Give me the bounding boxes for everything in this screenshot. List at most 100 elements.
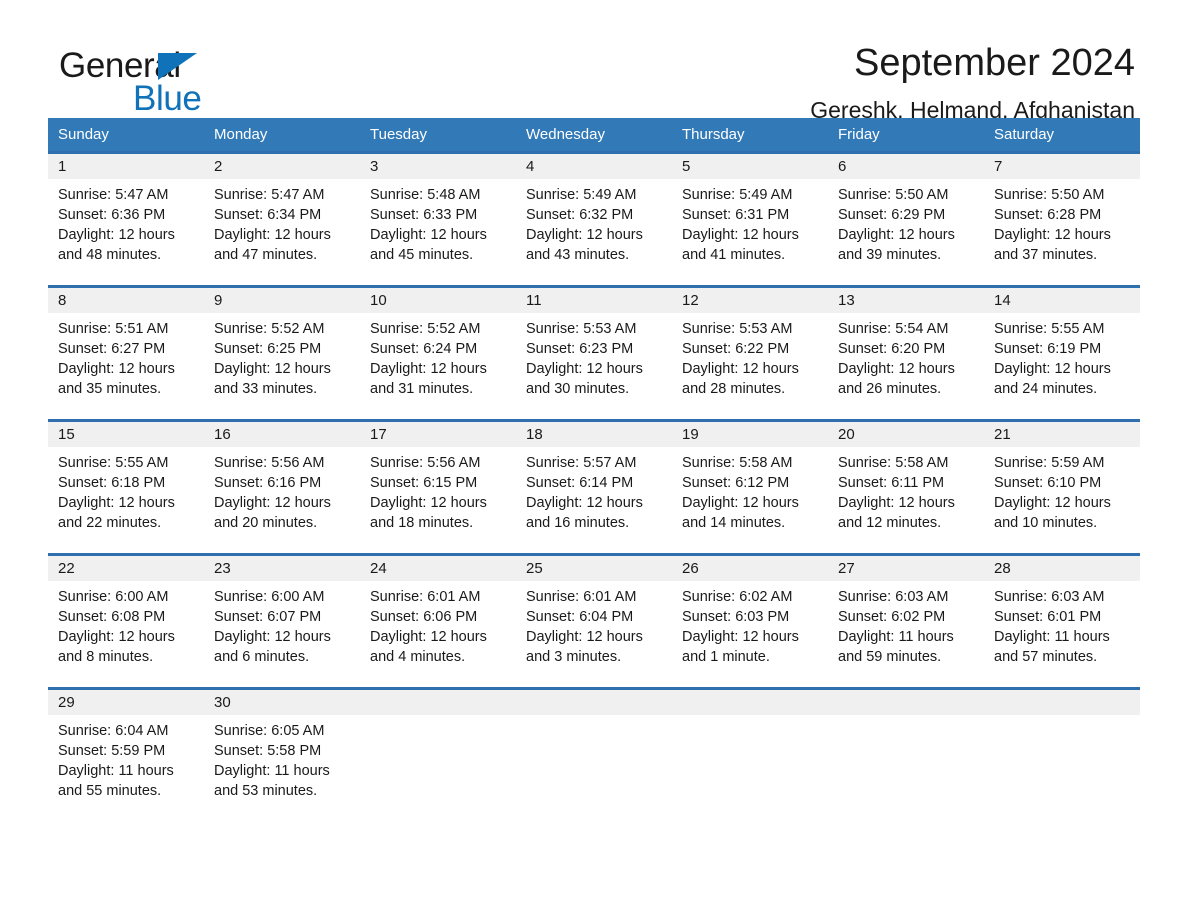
sunset-text: Sunset: 6:33 PM bbox=[370, 207, 478, 223]
day-number: 8 bbox=[58, 292, 67, 309]
day-cell[interactable]: 7 Sunrise: 5:50 AM Sunset: 6:28 PM Dayli… bbox=[984, 154, 1140, 285]
day-cell[interactable]: 16 Sunrise: 5:56 AM Sunset: 6:16 PM Dayl… bbox=[204, 422, 360, 553]
sunset-text: Sunset: 6:06 PM bbox=[370, 609, 478, 625]
day-cell[interactable]: 17 Sunrise: 5:56 AM Sunset: 6:15 PM Dayl… bbox=[360, 422, 516, 553]
daylight-text-line1: Daylight: 11 hours bbox=[838, 629, 954, 645]
sunrise-text: Sunrise: 5:48 AM bbox=[370, 187, 481, 203]
day-cell[interactable]: 19 Sunrise: 5:58 AM Sunset: 6:12 PM Dayl… bbox=[672, 422, 828, 553]
day-cell[interactable]: 12 Sunrise: 5:53 AM Sunset: 6:22 PM Dayl… bbox=[672, 288, 828, 419]
day-details: Sunrise: 6:04 AM Sunset: 5:59 PM Dayligh… bbox=[58, 721, 204, 801]
day-number: 26 bbox=[682, 560, 699, 577]
daylight-text-line1: Daylight: 11 hours bbox=[58, 763, 174, 779]
daylight-text-line1: Daylight: 12 hours bbox=[370, 495, 487, 511]
sunset-text: Sunset: 6:14 PM bbox=[526, 475, 634, 491]
day-details: Sunrise: 5:56 AM Sunset: 6:16 PM Dayligh… bbox=[214, 453, 360, 533]
daylight-text-line2: and 45 minutes. bbox=[370, 247, 474, 263]
sunset-text: Sunset: 6:28 PM bbox=[994, 207, 1102, 223]
triangle-icon bbox=[158, 53, 197, 80]
day-details: Sunrise: 5:56 AM Sunset: 6:15 PM Dayligh… bbox=[370, 453, 516, 533]
daylight-text-line2: and 24 minutes. bbox=[994, 381, 1098, 397]
day-cell[interactable]: 13 Sunrise: 5:54 AM Sunset: 6:20 PM Dayl… bbox=[828, 288, 984, 419]
day-cell[interactable]: 29 Sunrise: 6:04 AM Sunset: 5:59 PM Dayl… bbox=[48, 690, 204, 821]
day-details: Sunrise: 5:50 AM Sunset: 6:29 PM Dayligh… bbox=[838, 185, 984, 265]
day-number: 4 bbox=[526, 158, 535, 175]
day-cell[interactable]: 2 Sunrise: 5:47 AM Sunset: 6:34 PM Dayli… bbox=[204, 154, 360, 285]
day-cell-empty bbox=[984, 690, 1140, 821]
day-cell[interactable]: 8 Sunrise: 5:51 AM Sunset: 6:27 PM Dayli… bbox=[48, 288, 204, 419]
day-cell[interactable]: 15 Sunrise: 5:55 AM Sunset: 6:18 PM Dayl… bbox=[48, 422, 204, 553]
weekday-header-sunday: Sunday bbox=[58, 126, 109, 143]
daylight-text-line1: Daylight: 12 hours bbox=[370, 361, 487, 377]
day-cell[interactable]: 14 Sunrise: 5:55 AM Sunset: 6:19 PM Dayl… bbox=[984, 288, 1140, 419]
day-cell[interactable]: 22 Sunrise: 6:00 AM Sunset: 6:08 PM Dayl… bbox=[48, 556, 204, 687]
weekday-header-thursday: Thursday bbox=[682, 126, 745, 143]
day-number: 17 bbox=[370, 426, 387, 443]
day-cell-empty bbox=[672, 690, 828, 821]
sunrise-text: Sunrise: 5:55 AM bbox=[994, 321, 1105, 337]
day-number: 29 bbox=[58, 694, 75, 711]
daylight-text-line1: Daylight: 12 hours bbox=[58, 227, 175, 243]
day-details: Sunrise: 5:57 AM Sunset: 6:14 PM Dayligh… bbox=[526, 453, 672, 533]
day-details: Sunrise: 6:00 AM Sunset: 6:08 PM Dayligh… bbox=[58, 587, 204, 667]
generalblue-logo[interactable]: General Blue bbox=[59, 46, 259, 118]
daylight-text-line1: Daylight: 12 hours bbox=[526, 227, 643, 243]
daylight-text-line2: and 39 minutes. bbox=[838, 247, 942, 263]
daylight-text-line2: and 30 minutes. bbox=[526, 381, 630, 397]
day-number: 2 bbox=[214, 158, 223, 175]
daylight-text-line2: and 53 minutes. bbox=[214, 783, 318, 799]
day-cell[interactable]: 30 Sunrise: 6:05 AM Sunset: 5:58 PM Dayl… bbox=[204, 690, 360, 821]
day-number: 10 bbox=[370, 292, 387, 309]
day-cell[interactable]: 9 Sunrise: 5:52 AM Sunset: 6:25 PM Dayli… bbox=[204, 288, 360, 419]
day-cell[interactable]: 27 Sunrise: 6:03 AM Sunset: 6:02 PM Dayl… bbox=[828, 556, 984, 687]
day-number: 11 bbox=[526, 292, 542, 309]
day-cell[interactable]: 18 Sunrise: 5:57 AM Sunset: 6:14 PM Dayl… bbox=[516, 422, 672, 553]
day-cell[interactable]: 28 Sunrise: 6:03 AM Sunset: 6:01 PM Dayl… bbox=[984, 556, 1140, 687]
sunset-text: Sunset: 6:20 PM bbox=[838, 341, 946, 357]
daylight-text-line2: and 47 minutes. bbox=[214, 247, 318, 263]
day-cell[interactable]: 4 Sunrise: 5:49 AM Sunset: 6:32 PM Dayli… bbox=[516, 154, 672, 285]
sunset-text: Sunset: 6:16 PM bbox=[214, 475, 322, 491]
daylight-text-line1: Daylight: 12 hours bbox=[526, 495, 643, 511]
sunset-text: Sunset: 6:23 PM bbox=[526, 341, 634, 357]
sunrise-text: Sunrise: 6:04 AM bbox=[58, 723, 169, 739]
day-cell[interactable]: 21 Sunrise: 5:59 AM Sunset: 6:10 PM Dayl… bbox=[984, 422, 1140, 553]
sunset-text: Sunset: 6:31 PM bbox=[682, 207, 790, 223]
sunset-text: Sunset: 6:22 PM bbox=[682, 341, 790, 357]
sunrise-text: Sunrise: 5:47 AM bbox=[214, 187, 325, 203]
day-details: Sunrise: 5:51 AM Sunset: 6:27 PM Dayligh… bbox=[58, 319, 204, 399]
sunrise-text: Sunrise: 5:58 AM bbox=[838, 455, 949, 471]
day-cell[interactable]: 24 Sunrise: 6:01 AM Sunset: 6:06 PM Dayl… bbox=[360, 556, 516, 687]
day-number: 3 bbox=[370, 158, 379, 175]
daylight-text-line2: and 35 minutes. bbox=[58, 381, 162, 397]
day-cell[interactable]: 6 Sunrise: 5:50 AM Sunset: 6:29 PM Dayli… bbox=[828, 154, 984, 285]
day-number: 27 bbox=[838, 560, 855, 577]
sunset-text: Sunset: 5:59 PM bbox=[58, 743, 166, 759]
day-cell[interactable]: 25 Sunrise: 6:01 AM Sunset: 6:04 PM Dayl… bbox=[516, 556, 672, 687]
day-cell[interactable]: 5 Sunrise: 5:49 AM Sunset: 6:31 PM Dayli… bbox=[672, 154, 828, 285]
day-cell[interactable]: 1 Sunrise: 5:47 AM Sunset: 6:36 PM Dayli… bbox=[48, 154, 204, 285]
day-details: Sunrise: 5:53 AM Sunset: 6:22 PM Dayligh… bbox=[682, 319, 828, 399]
daylight-text-line1: Daylight: 12 hours bbox=[370, 629, 487, 645]
calendar-page: General Blue September 2024 Gereshk, Hel… bbox=[0, 0, 1188, 918]
day-details: Sunrise: 5:47 AM Sunset: 6:34 PM Dayligh… bbox=[214, 185, 360, 265]
day-cell[interactable]: 20 Sunrise: 5:58 AM Sunset: 6:11 PM Dayl… bbox=[828, 422, 984, 553]
day-cell[interactable]: 3 Sunrise: 5:48 AM Sunset: 6:33 PM Dayli… bbox=[360, 154, 516, 285]
week-row: 15 Sunrise: 5:55 AM Sunset: 6:18 PM Dayl… bbox=[48, 419, 1140, 553]
sunrise-text: Sunrise: 6:03 AM bbox=[994, 589, 1105, 605]
daylight-text-line2: and 57 minutes. bbox=[994, 649, 1098, 665]
day-details: Sunrise: 6:00 AM Sunset: 6:07 PM Dayligh… bbox=[214, 587, 360, 667]
sunrise-text: Sunrise: 5:56 AM bbox=[214, 455, 325, 471]
weekday-header-monday: Monday bbox=[214, 126, 268, 143]
day-details: Sunrise: 5:50 AM Sunset: 6:28 PM Dayligh… bbox=[994, 185, 1140, 265]
daylight-text-line2: and 18 minutes. bbox=[370, 515, 474, 531]
day-details: Sunrise: 5:49 AM Sunset: 6:32 PM Dayligh… bbox=[526, 185, 672, 265]
day-details: Sunrise: 5:58 AM Sunset: 6:12 PM Dayligh… bbox=[682, 453, 828, 533]
day-number: 7 bbox=[994, 158, 1003, 175]
day-cell[interactable]: 23 Sunrise: 6:00 AM Sunset: 6:07 PM Dayl… bbox=[204, 556, 360, 687]
day-cell[interactable]: 10 Sunrise: 5:52 AM Sunset: 6:24 PM Dayl… bbox=[360, 288, 516, 419]
day-cell[interactable]: 11 Sunrise: 5:53 AM Sunset: 6:23 PM Dayl… bbox=[516, 288, 672, 419]
day-cell[interactable]: 26 Sunrise: 6:02 AM Sunset: 6:03 PM Dayl… bbox=[672, 556, 828, 687]
sunrise-text: Sunrise: 5:51 AM bbox=[58, 321, 169, 337]
day-details: Sunrise: 5:55 AM Sunset: 6:18 PM Dayligh… bbox=[58, 453, 204, 533]
sunrise-text: Sunrise: 5:59 AM bbox=[994, 455, 1105, 471]
